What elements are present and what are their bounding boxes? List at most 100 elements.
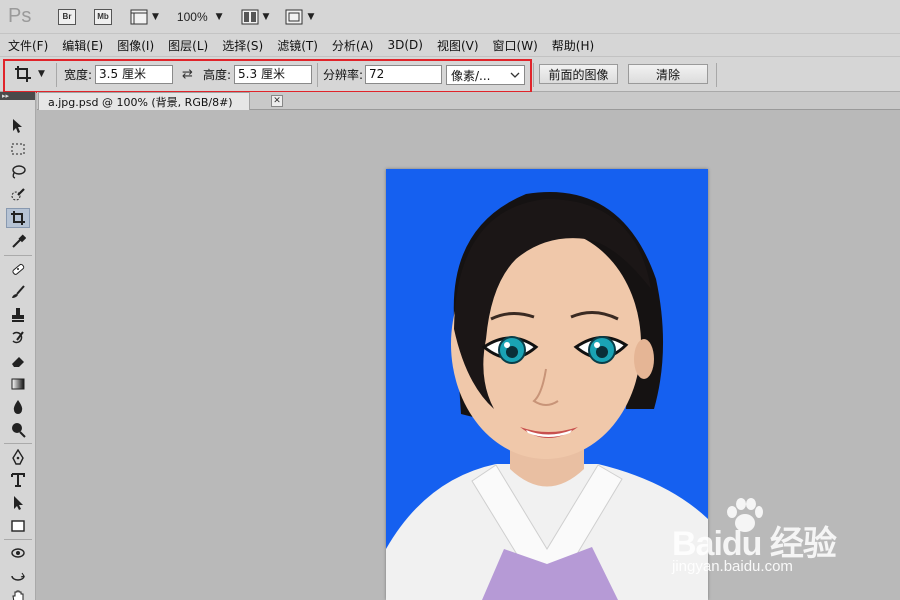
hand-icon — [12, 590, 24, 600]
menu-3d[interactable]: 3D(D) — [387, 38, 422, 52]
arrange-documents-icon — [241, 9, 259, 24]
height-label: 高度: — [203, 68, 232, 82]
blur-tool[interactable] — [6, 397, 30, 417]
chevron-down-icon: ▼ — [38, 69, 45, 79]
menu-image[interactable]: 图像(I) — [117, 37, 154, 54]
move-icon — [13, 119, 22, 133]
type-tool[interactable] — [6, 470, 30, 490]
history-brush-tool[interactable] — [6, 328, 30, 348]
path-selection-tool[interactable] — [6, 493, 30, 513]
marquee-tool[interactable] — [6, 139, 30, 159]
menu-view[interactable]: 视图(V) — [437, 37, 479, 54]
brush-icon — [12, 285, 25, 298]
close-icon[interactable]: ✕ — [271, 95, 283, 107]
menu-help[interactable]: 帮助(H) — [552, 37, 594, 54]
gradient-icon — [11, 378, 25, 390]
eyedropper-tool[interactable] — [6, 232, 30, 252]
pen-icon — [12, 449, 24, 465]
chevron-down-icon: ▼ — [307, 11, 315, 22]
dodge-icon — [12, 423, 26, 438]
dodge-tool[interactable] — [6, 420, 30, 440]
bridge-icon: Br — [58, 8, 76, 25]
menu-window[interactable]: 窗口(W) — [493, 37, 538, 54]
menu-select[interactable]: 选择(S) — [222, 37, 263, 54]
width-label: 宽度: — [64, 68, 93, 82]
water-drop-icon — [13, 400, 23, 414]
width-field[interactable]: 3.5 厘米 — [95, 65, 174, 84]
resolution-label: 分辨率: — [323, 68, 364, 82]
divider — [4, 539, 32, 540]
history-brush-icon — [12, 331, 24, 344]
hand-tool[interactable] — [6, 586, 30, 600]
view-extras-icon — [130, 9, 148, 24]
pen-tool[interactable] — [6, 447, 30, 467]
crop-tool[interactable] — [6, 208, 30, 228]
menu-edit[interactable]: 编辑(E) — [62, 37, 103, 54]
mini-bridge-button[interactable]: Mb — [94, 7, 112, 27]
lasso-icon — [12, 165, 26, 179]
screen-mode-icon — [285, 9, 303, 24]
clear-button[interactable]: 清除 — [628, 64, 708, 84]
lasso-tool[interactable] — [6, 162, 30, 182]
healing-brush-tool[interactable] — [6, 259, 30, 279]
eraser-tool[interactable] — [6, 351, 30, 371]
3d-rotate-icon — [11, 548, 25, 558]
swap-dimensions-button[interactable]: ⇄ — [182, 67, 193, 82]
text-icon — [11, 473, 25, 487]
menu-file[interactable]: 文件(F) — [8, 37, 48, 54]
eyedropper-icon — [12, 234, 26, 248]
document-tab-bar: a.jpg.psd @ 100% (背景, RGB/8#) ✕ — [37, 92, 900, 110]
view-extras-button[interactable]: ▼ — [130, 7, 159, 27]
arrange-documents-button[interactable]: ▼ — [241, 7, 270, 27]
tools-panel: ▸▸ — [0, 92, 36, 600]
path-selection-icon — [14, 496, 23, 510]
move-tool[interactable] — [6, 116, 30, 136]
brush-tool[interactable] — [6, 282, 30, 302]
crop-tool-icon — [15, 66, 31, 82]
menu-layer[interactable]: 图层(L) — [168, 37, 208, 54]
screen-mode-button[interactable]: ▼ — [285, 7, 314, 27]
options-bar: ▼ 宽度: 3.5 厘米 ⇄ 高度: 5.3 厘米 分辨率: 72 像素/...… — [0, 56, 900, 93]
front-image-button[interactable]: 前面的图像 — [539, 64, 618, 84]
3d-rotate-tool[interactable] — [6, 543, 30, 563]
gradient-tool[interactable] — [6, 374, 30, 394]
marquee-icon — [11, 143, 25, 155]
bridge-button[interactable]: Br — [58, 7, 76, 27]
crop-icon — [11, 211, 25, 225]
quick-selection-tool[interactable] — [6, 185, 30, 205]
height-field[interactable]: 5.3 厘米 — [234, 65, 313, 84]
quick-selection-icon — [11, 188, 25, 201]
divider — [716, 63, 717, 87]
swap-icon: ⇄ — [182, 67, 193, 82]
ear — [634, 339, 654, 379]
zoom-level[interactable]: 100% — [177, 10, 208, 24]
bandage-icon — [12, 263, 25, 275]
divider — [317, 63, 318, 87]
document-tab[interactable]: a.jpg.psd @ 100% (背景, RGB/8#) — [38, 92, 250, 110]
baidu-watermark: Baidu 经验 jingyan.baidu.com — [672, 498, 852, 584]
rectangle-icon — [11, 520, 25, 532]
resolution-field[interactable]: 72 — [365, 65, 443, 84]
rectangle-tool[interactable] — [6, 516, 30, 536]
id-photo — [386, 169, 708, 600]
clone-stamp-tool[interactable] — [6, 305, 30, 325]
resolution-unit-select[interactable]: 像素/... — [446, 65, 525, 85]
chevron-down-icon — [510, 72, 520, 78]
resolution-unit-value: 像素/... — [451, 68, 491, 83]
divider — [4, 443, 32, 444]
menu-analysis[interactable]: 分析(A) — [332, 37, 374, 54]
chevron-down-icon: ▼ — [262, 11, 270, 22]
divider — [4, 255, 32, 256]
menu-filter[interactable]: 滤镜(T) — [277, 37, 318, 54]
chevron-down-icon: ▼ — [152, 11, 159, 22]
watermark-url: jingyan.baidu.com — [672, 558, 793, 575]
eraser-icon — [12, 357, 24, 367]
divider — [56, 63, 57, 87]
3d-orbit-tool[interactable] — [6, 566, 30, 586]
panel-grip[interactable]: ▸▸ — [0, 92, 35, 100]
photoshop-logo: Ps — [8, 5, 32, 27]
zoom-dropdown-icon[interactable]: ▼ — [216, 12, 223, 22]
menu-bar: 文件(F) 编辑(E) 图像(I) 图层(L) 选择(S) 滤镜(T) 分析(A… — [0, 34, 900, 56]
stamp-icon — [12, 308, 24, 322]
tool-preset-picker[interactable]: ▼ — [14, 65, 45, 83]
